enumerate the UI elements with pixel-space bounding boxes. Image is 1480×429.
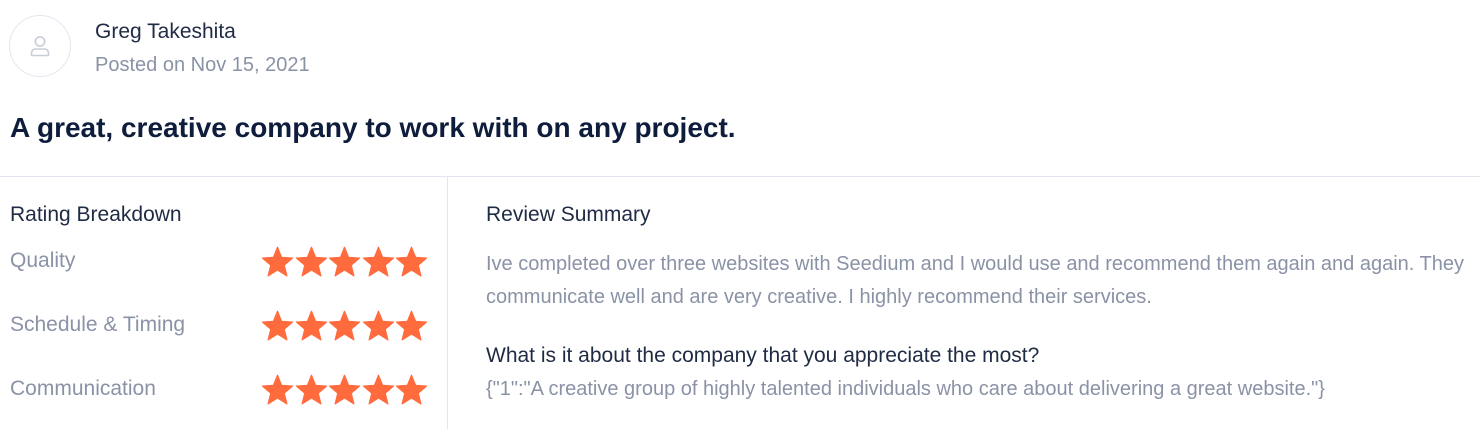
review-answer: {"1":"A creative group of highly talente… bbox=[486, 378, 1325, 400]
rating-row-schedule: Schedule & Timing bbox=[10, 294, 430, 358]
avatar bbox=[9, 15, 71, 77]
rating-breakdown: Rating Breakdown Quality Schedule & Timi… bbox=[10, 200, 430, 422]
star-icon bbox=[395, 246, 428, 278]
star-icon bbox=[261, 374, 294, 406]
star-icon bbox=[328, 310, 361, 342]
vertical-divider bbox=[447, 177, 448, 429]
posted-date: Posted on Nov 15, 2021 bbox=[95, 54, 310, 76]
star-rating bbox=[261, 374, 429, 406]
review-summary-title: Review Summary bbox=[486, 203, 651, 226]
rating-row-quality: Quality bbox=[10, 230, 430, 294]
star-icon bbox=[261, 310, 294, 342]
star-rating bbox=[261, 310, 429, 342]
star-icon bbox=[362, 310, 395, 342]
user-icon bbox=[29, 34, 51, 58]
review-summary-text: Ive completed over three websites with S… bbox=[486, 253, 1464, 308]
star-icon bbox=[295, 310, 328, 342]
review-summary: Review Summary Ive completed over three … bbox=[486, 200, 1466, 403]
star-icon bbox=[261, 246, 294, 278]
author-name: Greg Takeshita bbox=[95, 20, 236, 43]
star-icon bbox=[328, 374, 361, 406]
rating-label: Quality bbox=[10, 249, 76, 272]
review-author: Greg Takeshita Posted on Nov 15, 2021 bbox=[9, 15, 310, 78]
star-rating bbox=[261, 246, 429, 278]
review-headline: A great, creative company to work with o… bbox=[10, 112, 736, 143]
star-icon bbox=[395, 310, 428, 342]
star-icon bbox=[395, 374, 428, 406]
rating-breakdown-title: Rating Breakdown bbox=[10, 203, 182, 226]
author-meta: Greg Takeshita Posted on Nov 15, 2021 bbox=[95, 19, 310, 78]
rating-row-communication: Communication bbox=[10, 358, 430, 422]
star-icon bbox=[295, 246, 328, 278]
star-icon bbox=[362, 246, 395, 278]
star-icon bbox=[362, 374, 395, 406]
star-icon bbox=[295, 374, 328, 406]
star-icon bbox=[328, 246, 361, 278]
review-card: Greg Takeshita Posted on Nov 15, 2021 A … bbox=[0, 0, 1480, 429]
rating-label: Communication bbox=[10, 377, 156, 400]
horizontal-divider bbox=[0, 176, 1480, 177]
review-question: What is it about the company that you ap… bbox=[486, 344, 1040, 367]
rating-label: Schedule & Timing bbox=[10, 313, 186, 336]
